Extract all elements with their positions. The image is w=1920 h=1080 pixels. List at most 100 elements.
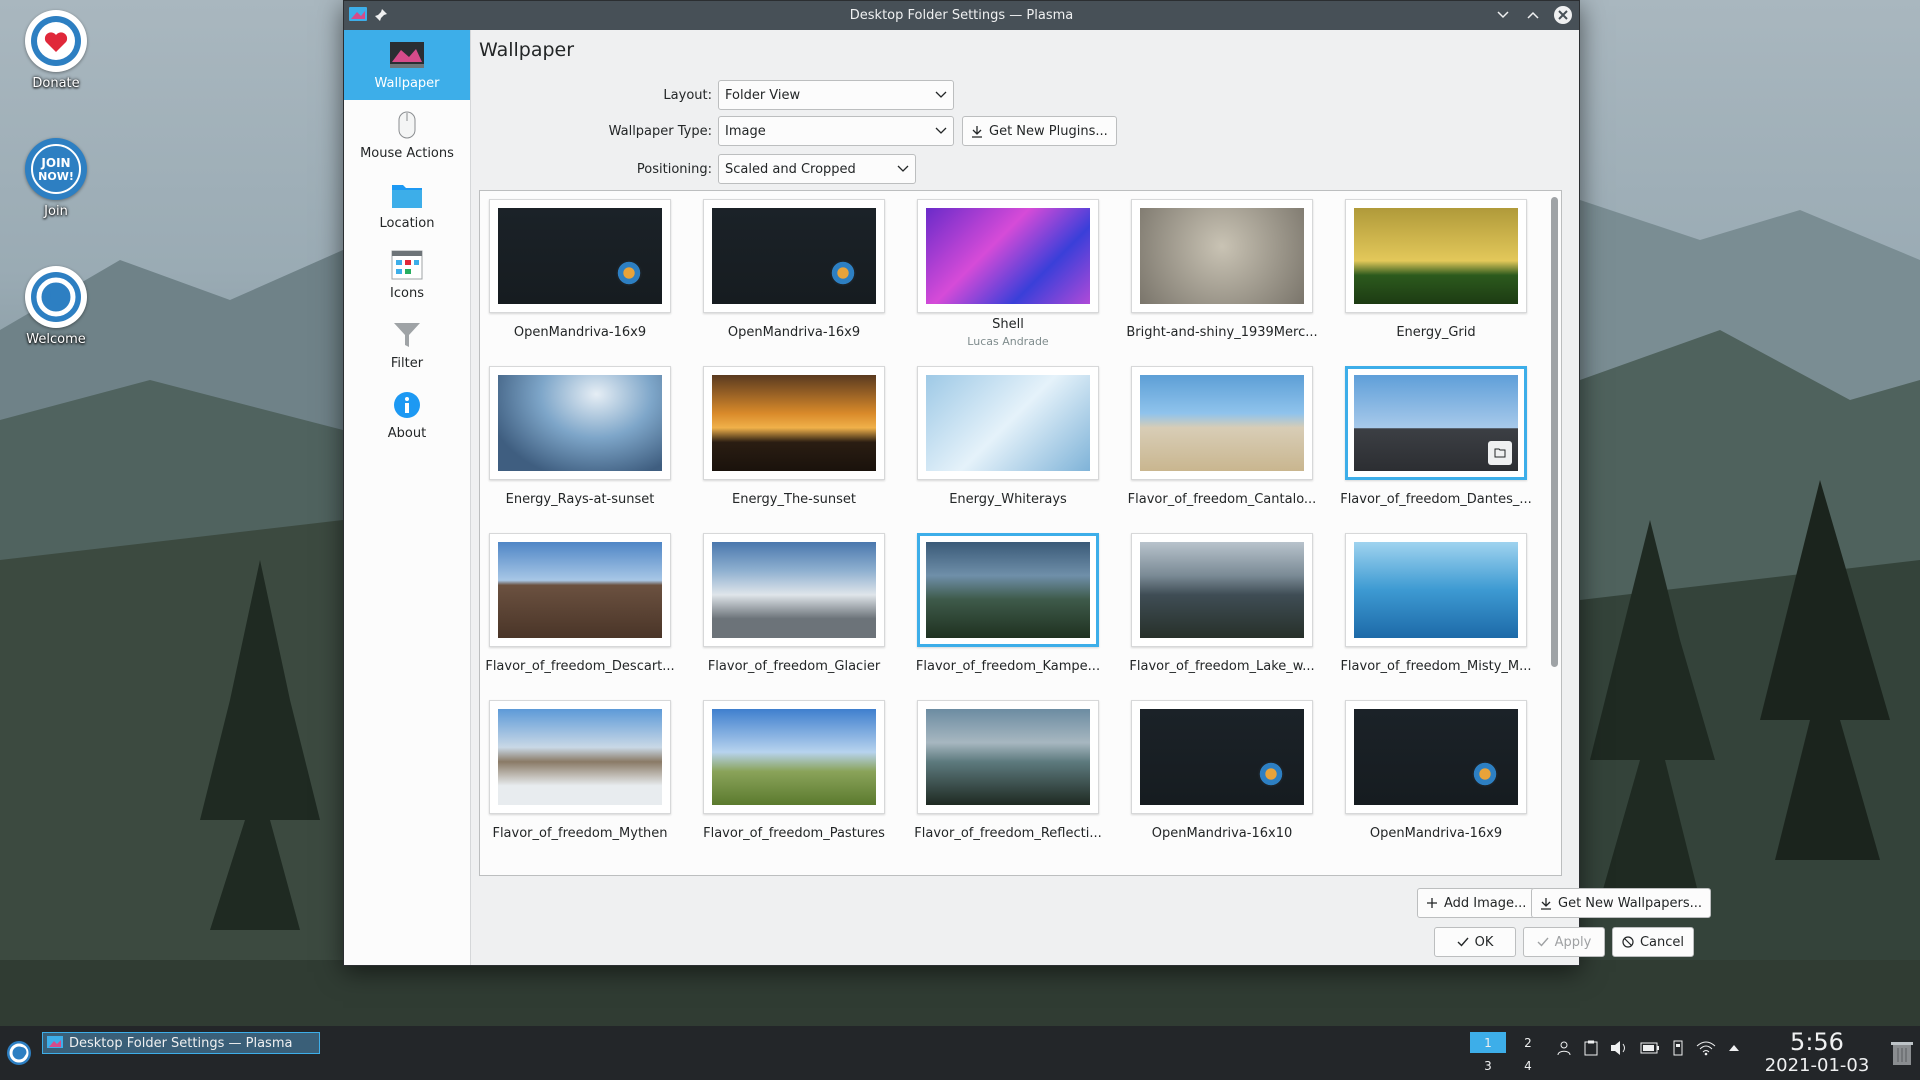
wallpaper-author: Lucas Andrade <box>967 335 1049 348</box>
wallpaper-tile[interactable]: Flavor_of_freedom_Misty_M... <box>1340 533 1532 693</box>
add-image-button[interactable]: Add Image... <box>1417 888 1536 918</box>
wallpaper-name: OpenMandriva-16x9 <box>1369 826 1503 841</box>
sidebar-item-location[interactable]: Location <box>344 170 470 240</box>
wallpaper-preview-image <box>926 208 1090 304</box>
close-button[interactable] <box>1553 5 1573 25</box>
grid-scrollbar[interactable] <box>1551 197 1558 667</box>
positioning-combobox[interactable]: Scaled and Cropped <box>718 154 916 184</box>
desktop-icon-welcome[interactable]: Welcome <box>16 266 96 347</box>
desktop-1[interactable]: 1 <box>1470 1032 1506 1053</box>
wallpaper-name: OpenMandriva-16x9 <box>513 325 647 340</box>
apply-button[interactable]: Apply <box>1523 927 1605 957</box>
wallpaper-tile[interactable]: Flavor_of_freedom_Dantes_... <box>1340 366 1532 526</box>
wallpaper-tile[interactable]: Flavor_of_freedom_Reflecti... <box>914 700 1102 860</box>
chevron-up-icon[interactable] <box>1728 1044 1740 1052</box>
positioning-value: Scaled and Cropped <box>725 161 856 177</box>
clipboard-icon[interactable] <box>1584 1040 1598 1056</box>
desktop-icon-join[interactable]: JOIN NOW! Join <box>16 138 96 219</box>
wallpaper-type-combobox[interactable]: Image <box>718 116 954 146</box>
openmandriva-logo-icon <box>1258 761 1284 787</box>
user-icon[interactable] <box>1556 1040 1572 1056</box>
get-new-plugins-button[interactable]: Get New Plugins... <box>962 116 1117 146</box>
wallpaper-tile[interactable]: Flavor_of_freedom_Pastures <box>703 700 885 860</box>
desktop-4[interactable]: 4 <box>1508 1055 1548 1076</box>
desktop-icon-donate[interactable]: Donate <box>16 10 96 91</box>
trash-icon[interactable] <box>1890 1040 1914 1070</box>
sidebar-item-label: Location <box>379 215 435 231</box>
wallpaper-thumbnail <box>1345 366 1527 480</box>
get-new-plugins-label: Get New Plugins... <box>989 123 1108 139</box>
wallpaper-tile[interactable]: Energy_Whiterays <box>917 366 1099 526</box>
monitor-icon <box>389 40 425 70</box>
wallpaper-tile[interactable]: Flavor_of_freedom_Cantalo... <box>1128 366 1316 526</box>
window-title: Desktop Folder Settings — Plasma <box>849 8 1074 23</box>
wallpaper-tile[interactable]: OpenMandriva-16x10 <box>1131 700 1313 860</box>
wallpaper-tile[interactable]: OpenMandriva-16x9 <box>703 199 885 359</box>
wallpaper-thumbnail <box>489 533 671 647</box>
taskbar-task-settings[interactable]: Desktop Folder Settings — Plasma <box>42 1032 320 1054</box>
sidebar-item-wallpaper[interactable]: Wallpaper <box>344 30 470 100</box>
get-new-wallpapers-button[interactable]: Get New Wallpapers... <box>1531 888 1711 918</box>
clock[interactable]: 5:56 2021-01-03 <box>1760 1028 1874 1076</box>
desktop-2[interactable]: 2 <box>1508 1030 1548 1055</box>
wallpaper-tile[interactable]: Energy_Rays-at-sunset <box>489 366 671 526</box>
wallpaper-name: Shell <box>992 317 1024 332</box>
wallpaper-thumbnail <box>1131 700 1313 814</box>
wallpaper-tile[interactable]: Flavor_of_freedom_Mythen <box>489 700 671 860</box>
wallpaper-preview-image <box>498 542 662 638</box>
wallpaper-tile[interactable]: Energy_The-sunset <box>703 366 885 526</box>
cancel-button[interactable]: Cancel <box>1612 927 1694 957</box>
wallpaper-name: Energy_Whiterays <box>949 492 1067 507</box>
wallpaper-type-value: Image <box>725 123 766 139</box>
plus-icon <box>1427 898 1437 908</box>
window-titlebar[interactable]: Desktop Folder Settings — Plasma <box>344 1 1579 30</box>
usb-device-icon[interactable] <box>1672 1040 1684 1056</box>
chevron-up-icon <box>1527 11 1539 19</box>
app-icon[interactable] <box>348 5 368 29</box>
wallpaper-preview-image <box>712 375 876 471</box>
sidebar-item-filter[interactable]: Filter <box>344 310 470 380</box>
app-launcher-button[interactable] <box>6 1040 32 1070</box>
battery-icon[interactable] <box>1640 1041 1660 1055</box>
wallpaper-tile[interactable]: Flavor_of_freedom_Descart... <box>485 533 675 693</box>
chevron-down-icon <box>935 127 947 134</box>
pin-icon[interactable] <box>374 8 388 26</box>
minimize-button[interactable] <box>1493 5 1513 25</box>
wallpaper-thumbnail <box>917 366 1099 480</box>
sidebar-item-label: Filter <box>390 355 424 371</box>
volume-icon[interactable] <box>1610 1040 1628 1056</box>
wallpaper-thumbnail <box>703 700 885 814</box>
desktop-3[interactable]: 3 <box>1468 1055 1508 1076</box>
wifi-icon[interactable] <box>1696 1040 1716 1056</box>
apply-label: Apply <box>1554 934 1592 950</box>
maximize-button[interactable] <box>1523 5 1543 25</box>
wallpaper-name: Flavor_of_freedom_Pastures <box>703 826 885 841</box>
sidebar-item-icons[interactable]: Icons <box>344 240 470 310</box>
system-tray <box>1556 1040 1740 1056</box>
settings-sidebar: Wallpaper Mouse Actions Location Icons F… <box>344 30 471 965</box>
wallpaper-preview-image <box>1140 542 1304 638</box>
sidebar-item-about[interactable]: About <box>344 380 470 450</box>
wallpaper-tile[interactable]: Flavor_of_freedom_Glacier <box>703 533 885 693</box>
wallpaper-tile[interactable]: Energy_Grid <box>1345 199 1527 359</box>
ok-button[interactable]: OK <box>1434 927 1516 957</box>
wallpaper-tile[interactable]: Shell Lucas Andrade <box>917 199 1099 359</box>
wallpaper-thumbnail <box>489 366 671 480</box>
wallpaper-tile[interactable]: OpenMandriva-16x9 <box>1345 700 1527 860</box>
wallpaper-name: Flavor_of_freedom_Lake_w... <box>1129 659 1315 674</box>
wallpaper-name: Energy_Grid <box>1396 325 1476 340</box>
clock-time: 5:56 <box>1790 1028 1844 1056</box>
open-folder-icon[interactable] <box>1488 441 1512 465</box>
wallpaper-tile[interactable]: Flavor_of_freedom_Lake_w... <box>1129 533 1315 693</box>
wallpaper-tile[interactable]: Bright-and-shiny_1939Merc... <box>1126 199 1318 359</box>
wallpaper-tile[interactable]: Flavor_of_freedom_Kampe... <box>916 533 1100 693</box>
wallpaper-grid[interactable]: OpenMandriva-16x9 OpenMandriva-16x9 Shell L… <box>479 190 1562 876</box>
wallpaper-thumbnail <box>489 700 671 814</box>
wallpaper-thumbnail <box>1345 700 1527 814</box>
layout-combobox[interactable]: Folder View <box>718 80 954 110</box>
svg-text:JOIN: JOIN <box>40 156 70 170</box>
wallpaper-tile[interactable]: OpenMandriva-16x9 <box>489 199 671 359</box>
sidebar-item-mouse-actions[interactable]: Mouse Actions <box>344 100 470 170</box>
wallpaper-name: OpenMandriva-16x9 <box>727 325 861 340</box>
wallpaper-name: Energy_The-sunset <box>731 492 856 507</box>
